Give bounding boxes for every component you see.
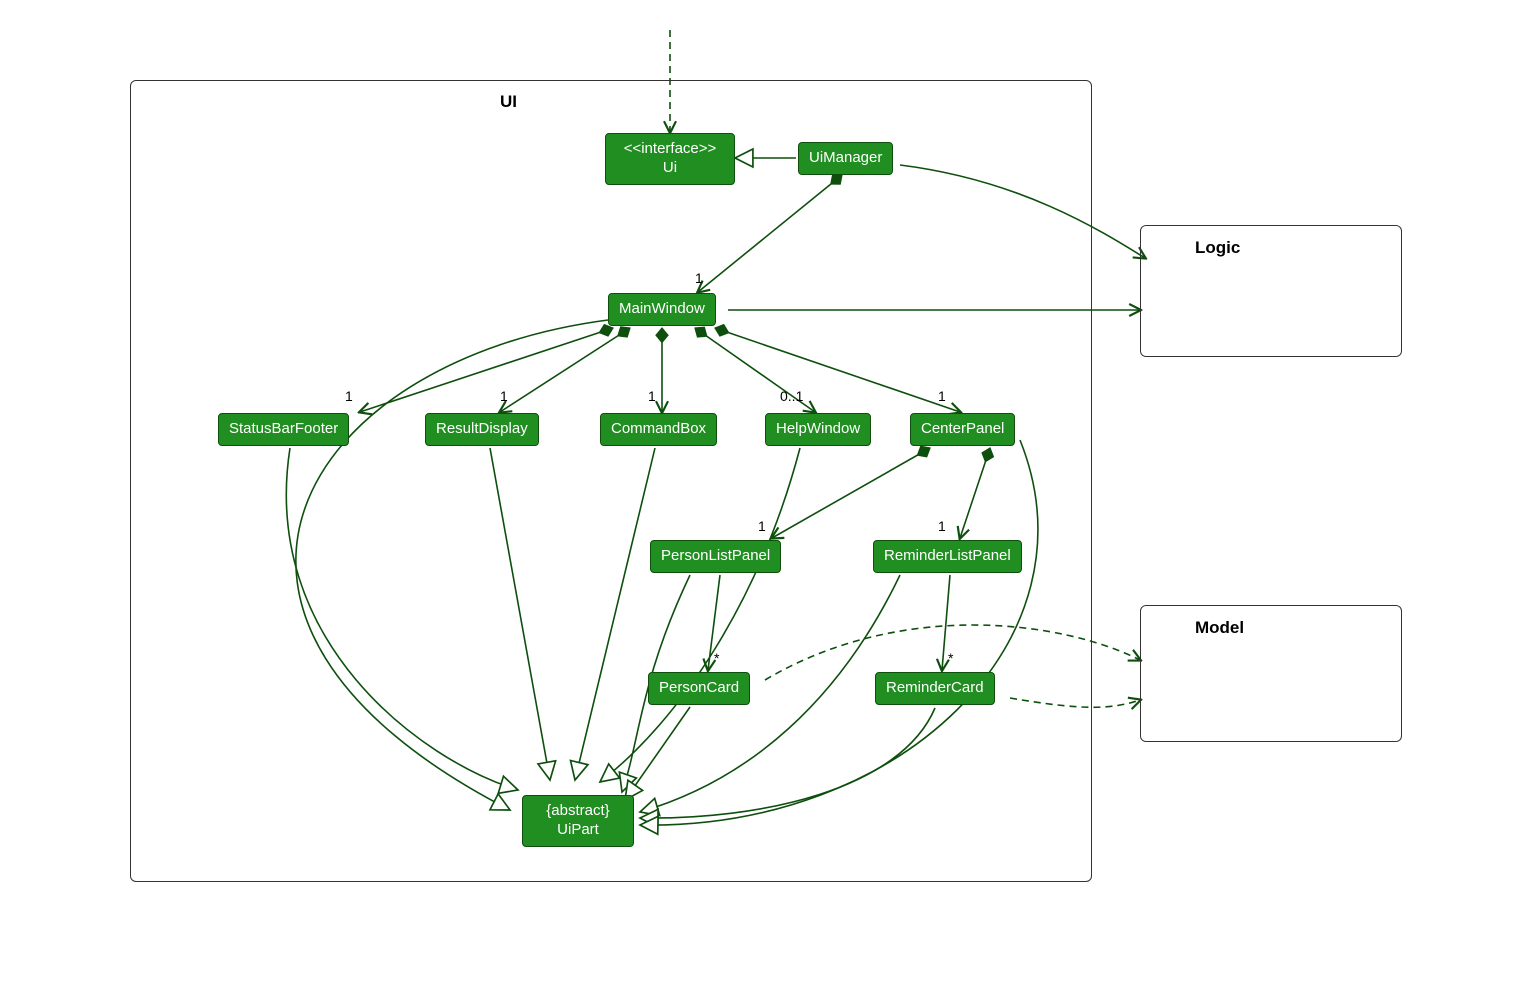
class-name: StatusBarFooter	[229, 420, 338, 437]
stereotype-label: {abstract}	[533, 802, 623, 821]
class-name: CenterPanel	[921, 420, 1004, 437]
mult-reminderlistpanel: 1	[938, 518, 946, 534]
mult-commandbox: 1	[648, 388, 656, 404]
class-reminderlistpanel: ReminderListPanel	[873, 540, 1022, 573]
package-logic	[1140, 225, 1402, 357]
mult-personlistpanel: 1	[758, 518, 766, 534]
class-personcard: PersonCard	[648, 672, 750, 705]
class-name: CommandBox	[611, 420, 706, 437]
class-resultdisplay: ResultDisplay	[425, 413, 539, 446]
class-name: PersonCard	[659, 679, 739, 696]
package-model	[1140, 605, 1402, 742]
class-helpwindow: HelpWindow	[765, 413, 871, 446]
class-centerpanel: CenterPanel	[910, 413, 1015, 446]
class-name: ReminderCard	[886, 679, 984, 696]
mult-centerpanel: 1	[938, 388, 946, 404]
class-statusbarfooter: StatusBarFooter	[218, 413, 349, 446]
stereotype-label: <<interface>>	[616, 140, 724, 159]
package-logic-label: Logic	[1195, 238, 1240, 258]
uml-canvas: Model (dashed) --> Model (dashed) --> UI…	[0, 0, 1524, 981]
class-remindercard: ReminderCard	[875, 672, 995, 705]
class-name: Ui	[616, 159, 724, 178]
class-personlistpanel: PersonListPanel	[650, 540, 781, 573]
mult-resultdisplay: 1	[500, 388, 508, 404]
package-model-label: Model	[1195, 618, 1244, 638]
class-name: ResultDisplay	[436, 420, 528, 437]
class-name: PersonListPanel	[661, 547, 770, 564]
class-name: ReminderListPanel	[884, 547, 1011, 564]
class-uipart: {abstract} UiPart	[522, 795, 634, 847]
class-name: UiManager	[809, 149, 882, 166]
class-name: MainWindow	[619, 300, 705, 317]
package-ui	[130, 80, 1092, 882]
class-ui-interface: <<interface>> Ui	[605, 133, 735, 185]
class-uimanager: UiManager	[798, 142, 893, 175]
mult-helpwindow: 0..1	[780, 388, 803, 404]
class-name: UiPart	[533, 821, 623, 840]
package-ui-label: UI	[500, 92, 517, 112]
mult-mainwindow: 1	[695, 270, 703, 286]
mult-statusbar: 1	[345, 388, 353, 404]
mult-remindercard: *	[948, 650, 953, 666]
class-mainwindow: MainWindow	[608, 293, 716, 326]
class-commandbox: CommandBox	[600, 413, 717, 446]
mult-personcard: *	[714, 650, 719, 666]
class-name: HelpWindow	[776, 420, 860, 437]
